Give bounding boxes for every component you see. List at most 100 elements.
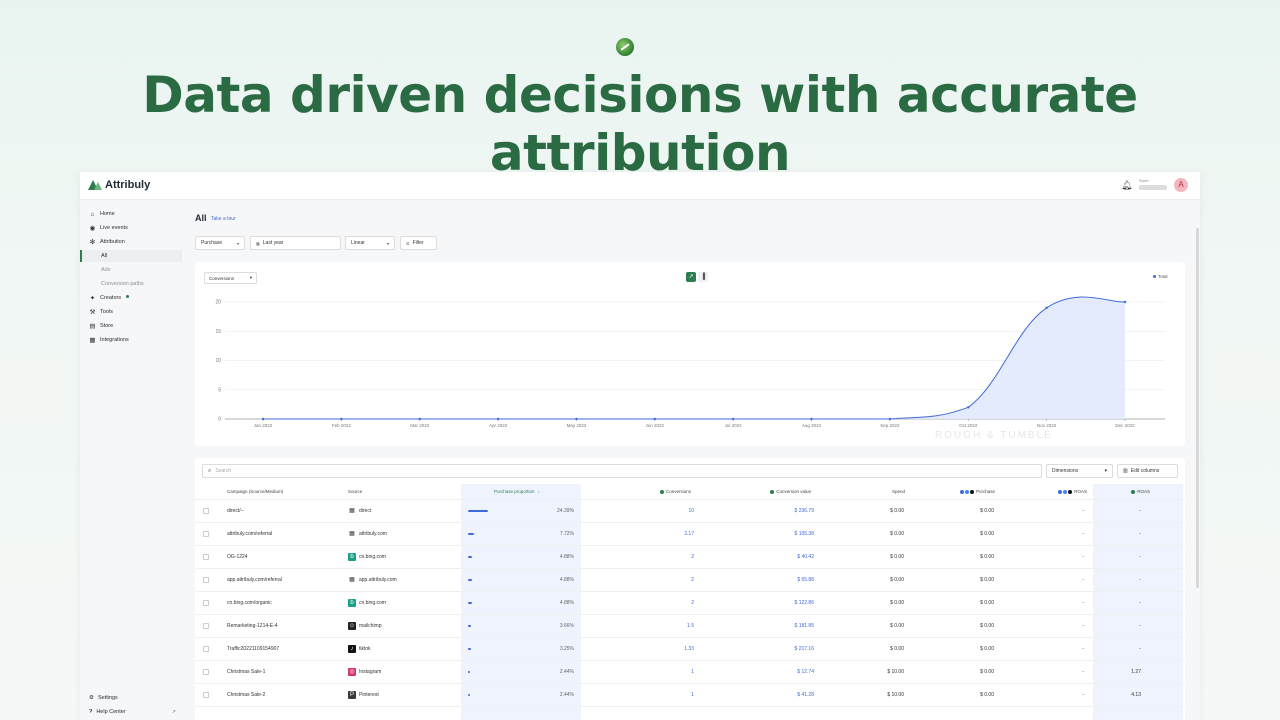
row-checkbox[interactable] [203, 646, 209, 652]
cell-roas-platform: - [1082, 692, 1084, 698]
th-campaign[interactable]: Campaign (Source/Medium) [227, 484, 283, 500]
avatar[interactable]: A [1174, 178, 1188, 192]
cell-conversion-value[interactable]: $ 65.88 [735, 569, 814, 592]
data-point [340, 417, 343, 421]
sidebar-item-help-center[interactable]: ❓︎ Help Center ↗ [80, 706, 182, 718]
mailchimp-icon: ☺ [348, 621, 356, 630]
sidebar-item-integrations[interactable]: ▦ Integrations [80, 334, 182, 346]
cell-conversion-value[interactable]: $ 236.79 [735, 500, 814, 523]
x-tick-label: Nov 2022 [1037, 423, 1057, 428]
edit-columns-button[interactable]: ▥ Edit columns [1117, 464, 1178, 478]
cell-conversions[interactable]: 1 [635, 684, 694, 707]
data-point [575, 417, 578, 421]
row-checkbox[interactable] [203, 577, 209, 583]
th-spend[interactable]: Spend [835, 484, 905, 500]
cell-conversions[interactable]: 2 [635, 546, 694, 569]
cell-conversions[interactable]: 2 [635, 592, 694, 615]
date-range-value: Last year [262, 240, 284, 246]
cell-conversion-value[interactable]: $ 122.86 [735, 592, 814, 615]
cell-conversions[interactable]: 2 [635, 569, 694, 592]
model-select[interactable]: Linear ▾ [345, 236, 395, 250]
cell-spend: $ 10.00 [887, 692, 904, 698]
sidebar-item-creators[interactable]: ✦ Creators [80, 292, 182, 304]
table-row[interactable]: OG-1224 b cn.bing.com 4.88% 2 $ 40.42 $ 0.00 $ … [195, 546, 1185, 569]
sidebar: ⌂ Home ◉ Live events ❇ Attribution All A… [80, 200, 184, 720]
event-select-value: Purchase [201, 240, 223, 246]
cell-conversion-value[interactable]: $ 181.85 [735, 615, 814, 638]
row-checkbox[interactable] [203, 531, 209, 537]
table-row[interactable]: Remarketing-1214-E-4 ☺ mailchimp 3.66% 1.5 $ … [195, 615, 1185, 638]
store-switcher[interactable]: Store [1139, 178, 1167, 190]
cell-source-label: app.attribuly.com [359, 577, 397, 583]
cell-conversion-value[interactable]: $ 217.16 [735, 638, 814, 661]
brand[interactable]: Attribuly [88, 179, 150, 191]
th-roas-platform[interactable]: ROAS [1015, 484, 1087, 500]
search-input[interactable]: ⌕ Search [202, 464, 1042, 478]
y-tick-label: 10 [215, 358, 221, 364]
cell-roas-platform: - [1082, 669, 1084, 675]
row-checkbox[interactable] [203, 692, 209, 698]
sidebar-item-home[interactable]: ⌂ Home [80, 208, 182, 220]
sidebar-item-attribution[interactable]: ❇ Attribution [80, 236, 182, 248]
th-roas[interactable]: ROAS [1095, 484, 1150, 500]
cell-conversion-value[interactable]: $ 41.28 [735, 684, 814, 707]
filter-icon: ☰ [406, 240, 410, 246]
sidebar-sub-conversion-paths[interactable]: Conversion paths [80, 278, 182, 290]
cell-spend: $ 0.00 [890, 554, 904, 560]
cell-conversion-value[interactable]: $ 105.38 [735, 523, 814, 546]
bell-icon[interactable]: 🔔︎ [1121, 180, 1132, 191]
sidebar-item-live-events[interactable]: ◉ Live events [80, 222, 182, 234]
row-checkbox[interactable] [203, 508, 209, 514]
row-checkbox[interactable] [203, 600, 209, 606]
cell-conversions[interactable]: 1 [635, 661, 694, 684]
cell-source: ▦ app.attribuly.com [348, 569, 397, 592]
row-checkbox[interactable] [203, 554, 209, 560]
filter-label: Filter [412, 240, 424, 246]
brand-name: Attribuly [105, 179, 151, 191]
table-row[interactable]: attribuly.com/referral ▦ attribuly.com 7.72… [195, 523, 1185, 546]
date-range-picker[interactable]: ▦ Last year [250, 236, 341, 250]
cell-campaign: Christmas Sale-2 [227, 692, 266, 698]
th-conversions[interactable]: Conversions [615, 484, 691, 500]
cell-roas: 1.27 [1131, 669, 1141, 675]
sidebar-item-tools[interactable]: ⚒ Tools [80, 306, 182, 318]
table-row[interactable]: direct/-- ▦ direct 24.39% 10 $ 236.79 $ 0.00 $ … [195, 500, 1185, 523]
x-tick-label: Sep 2022 [880, 423, 900, 428]
th-proportion[interactable]: Purchase proportion ↓ [494, 484, 540, 500]
campaign-table-card: ⌕ Search Dimensions ▾ ▥ Edit columns Cam… [195, 458, 1185, 720]
th-purchase[interactable]: Purchase [925, 484, 995, 500]
sidebar-sub-all[interactable]: All [80, 250, 182, 262]
cell-conversions[interactable]: 3.17 [635, 523, 694, 546]
cell-conversion-value[interactable]: $ 12.74 [735, 661, 814, 684]
sidebar-item-settings[interactable]: ⚙ Settings [80, 692, 182, 704]
cell-source: ▦ attribuly.com [348, 523, 387, 546]
cell-source-label: Instagram [359, 669, 382, 675]
cell-conversions[interactable]: 1.5 [635, 615, 694, 638]
table-row[interactable]: cn.bing.com/organic b cn.bing.com 4.88% 2 $ 1… [195, 592, 1185, 615]
cell-conversion-value[interactable]: $ 40.42 [735, 546, 814, 569]
table-row[interactable]: Christmas Sale-1 ◎ Instagram 2.44% 1 $ 12.74 $… [195, 661, 1185, 684]
sidebar-sub-ads[interactable]: Ads [80, 264, 182, 276]
table-row[interactable]: Traffic20221109154907 ♪ tiktok 3.25% 1.33 $ 2… [195, 638, 1185, 661]
row-checkbox[interactable] [203, 623, 209, 629]
cell-campaign: Christmas Sale-1 [227, 669, 266, 675]
cell-conversions[interactable]: 10 [635, 500, 694, 523]
chevron-down-icon: ▾ [236, 240, 239, 246]
table-row[interactable]: Christmas Sale-2 P Pinterest 2.44% 1 $ 41.28 $… [195, 684, 1185, 707]
filter-button[interactable]: ☰ Filter [400, 236, 437, 250]
pinterest-icon: P [348, 690, 356, 699]
table-row[interactable]: app.attribuly.com/referral ▦ app.attribuly… [195, 569, 1185, 592]
row-checkbox[interactable] [203, 669, 209, 675]
take-a-tour-link[interactable]: Take a tour [211, 216, 236, 222]
bing-icon: b [348, 598, 356, 607]
cell-conversions[interactable]: 1.33 [635, 638, 694, 661]
chart-card: Conversions ▾ ↗ ▐ Total 0 5 10 15 20 Jan 2022… [195, 262, 1185, 446]
th-conversion-value[interactable]: Conversion value [725, 484, 811, 500]
x-tick-label: Feb 2022 [332, 423, 352, 428]
event-select[interactable]: Purchase ▾ [195, 236, 245, 250]
sidebar-item-store[interactable]: ▤ Store [80, 320, 182, 332]
main-content: All Take a tour Purchase ▾ ▦ Last year L… [184, 200, 1200, 720]
scrollbar[interactable] [1196, 228, 1199, 588]
dimensions-select[interactable]: Dimensions ▾ [1046, 464, 1113, 478]
th-source[interactable]: Source [348, 484, 362, 500]
